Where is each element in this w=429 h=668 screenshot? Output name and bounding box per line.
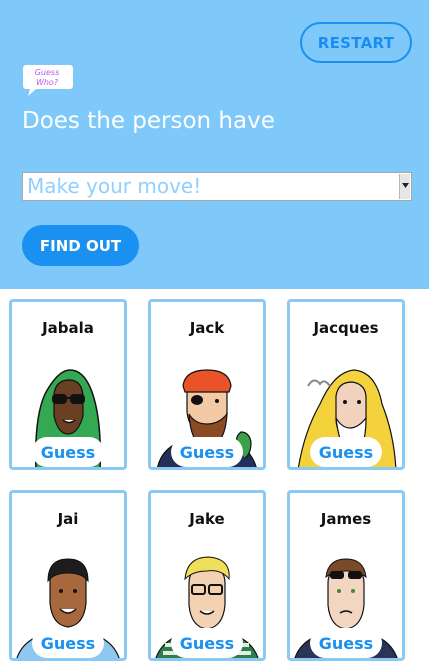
- question-text: Does the person have: [22, 108, 275, 134]
- card-name: Jake: [189, 510, 225, 528]
- character-card-jake: Jake Guess: [148, 490, 266, 661]
- restart-button[interactable]: RESTART: [300, 22, 412, 63]
- card-name: Jack: [189, 319, 225, 337]
- character-card-james: James Guess: [287, 490, 405, 661]
- dropdown-arrow-icon[interactable]: [399, 174, 410, 199]
- guess-button-jabala[interactable]: Guess: [32, 437, 104, 467]
- character-card-jack: Jack Guess: [148, 299, 266, 470]
- character-card-jai: Jai Guess: [9, 490, 127, 661]
- guess-button-jake[interactable]: Guess: [171, 628, 243, 658]
- guess-button-jai[interactable]: Guess: [32, 628, 104, 658]
- card-name: Jai: [57, 510, 79, 528]
- character-card-jabala: Jabala Guess: [9, 299, 127, 470]
- guess-button-james[interactable]: Guess: [310, 628, 382, 658]
- header-panel: RESTART Guess Who? Does the person have M…: [0, 0, 429, 289]
- character-card-jacques: Jacques Guess: [287, 299, 405, 470]
- move-select[interactable]: Make your move!: [22, 172, 412, 201]
- card-name: Jabala: [42, 319, 94, 337]
- card-name: Jacques: [313, 319, 379, 337]
- card-name: James: [320, 510, 372, 528]
- guess-button-jack[interactable]: Guess: [171, 437, 243, 467]
- guess-button-jacques[interactable]: Guess: [310, 437, 382, 467]
- logo-text: Guess Who?: [34, 68, 60, 87]
- move-select-value: Make your move!: [27, 174, 202, 198]
- find-out-button[interactable]: FIND OUT: [22, 225, 139, 266]
